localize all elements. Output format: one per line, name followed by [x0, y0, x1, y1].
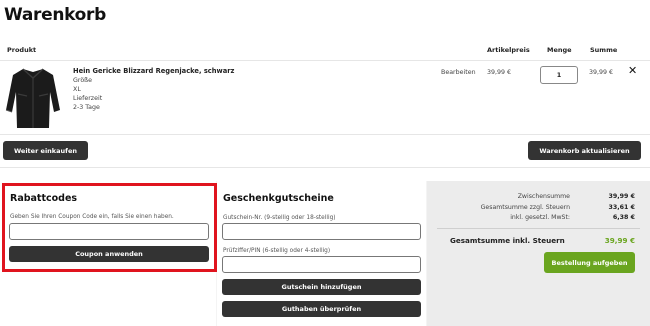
giftcard-pin-hint: Prüfziffer/PIN (6-stellig oder 4-stellig… [223, 248, 331, 254]
tax-label: inkl. gesetzl. MwSt: [510, 214, 570, 221]
giftcard-title: Geschenkgutscheine [223, 193, 334, 204]
giftcard-number-hint: Gutschein-Nr. (9-stellig oder 18-stellig… [223, 215, 336, 221]
item-sum: 39,99 € [589, 69, 614, 76]
tax-value: 6,38 € [612, 214, 635, 221]
remove-item-icon[interactable]: ✕ [628, 64, 637, 77]
actions-divider [0, 167, 650, 168]
grand-total-label: Gesamtsumme inkl. Steuern [450, 236, 565, 245]
giftcard-number-input[interactable] [222, 223, 421, 240]
coupon-code-input[interactable] [9, 223, 209, 240]
apply-coupon-button[interactable]: Coupon anwenden [9, 246, 209, 262]
net-total-value: 33,61 € [608, 204, 636, 211]
product-delivery-label: Lieferzeit [73, 95, 103, 102]
giftcard-pin-input[interactable] [222, 256, 421, 273]
column-header-quantity: Menge [547, 46, 572, 54]
check-balance-button[interactable]: Guthaben überprüfen [222, 301, 421, 317]
item-unit-price: 39,99 € [487, 69, 512, 76]
row-divider [0, 134, 650, 135]
add-giftcard-button[interactable]: Gutschein hinzufügen [222, 279, 421, 295]
header-divider [0, 60, 650, 61]
update-cart-button[interactable]: Warenkorb aktualisieren [528, 141, 641, 160]
coupon-hint: Geben Sie Ihren Coupon Code ein, falls S… [10, 214, 174, 220]
product-size-label: Größe [73, 77, 93, 84]
jacket-image[interactable] [5, 66, 61, 130]
product-size-value: XL [73, 86, 81, 93]
grand-total-value: 39,99 € [604, 236, 635, 245]
coupon-title: Rabattcodes [10, 193, 78, 204]
page-title: Warenkorb [4, 5, 107, 25]
checkout-button[interactable]: Bestellung aufgeben [544, 252, 635, 273]
column-header-sum: Summe [590, 46, 618, 54]
product-name-link[interactable]: Hein Gericke Blizzard Regenjacke, schwar… [73, 67, 234, 75]
column-header-unit-price: Artikelpreis [487, 46, 530, 54]
net-total-label: Gesamtsumme zzgl. Steuern [480, 204, 570, 211]
column-header-product: Produkt [7, 46, 37, 54]
edit-item-link[interactable]: Bearbeiten [441, 69, 476, 76]
totals-divider [437, 228, 640, 229]
quantity-input[interactable] [540, 66, 578, 84]
subtotal-label: Zwischensumme [517, 193, 570, 200]
continue-shopping-button[interactable]: Weiter einkaufen [3, 141, 88, 160]
subtotal-value: 39,99 € [608, 193, 636, 200]
product-delivery-value: 2-3 Tage [73, 104, 100, 111]
